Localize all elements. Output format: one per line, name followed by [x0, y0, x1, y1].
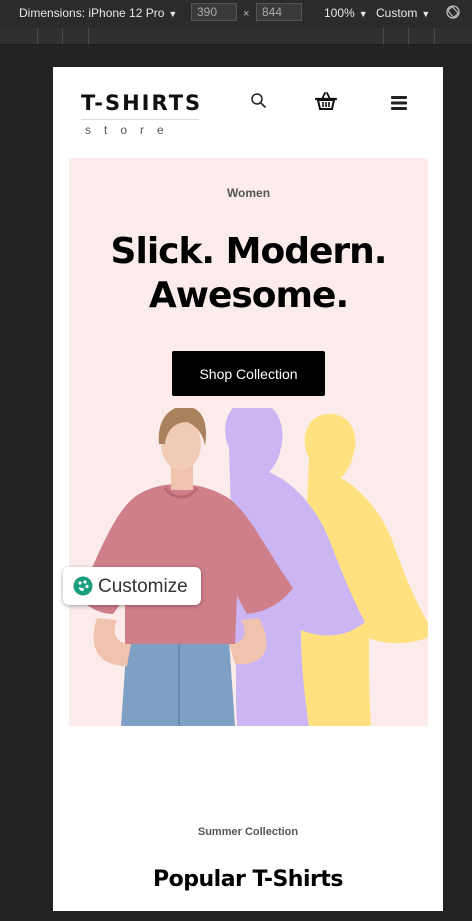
- search-icon[interactable]: [249, 91, 269, 111]
- chevron-down-icon: ▼: [168, 9, 178, 19]
- hero-headline: Slick. Modern. Awesome.: [69, 230, 428, 318]
- hamburger-menu-icon[interactable]: [390, 95, 408, 111]
- hero-headline-text: Slick. Modern. Awesome.: [110, 231, 388, 316]
- rotate-icon[interactable]: [445, 4, 461, 20]
- palette-icon: [73, 576, 93, 596]
- customize-button[interactable]: Customize: [63, 567, 201, 605]
- throttle-dropdown[interactable]: Custom ▼: [376, 6, 430, 20]
- device-viewport: T-SHIRTS store Women Slick. Modern. Awes…: [53, 67, 443, 911]
- site-logo[interactable]: T-SHIRTS store: [81, 91, 202, 137]
- width-input[interactable]: [191, 3, 237, 21]
- ruler-segment[interactable]: [88, 28, 89, 44]
- media-query-ruler: [0, 28, 472, 45]
- customize-label: Customize: [98, 576, 188, 597]
- shop-collection-button[interactable]: Shop Collection: [172, 351, 325, 396]
- basket-icon[interactable]: [315, 92, 337, 112]
- ruler-segment[interactable]: [37, 28, 38, 44]
- hero-eyebrow: Women: [226, 186, 271, 200]
- ruler-segment[interactable]: [434, 28, 435, 44]
- devtools-device-toolbar: Dimensions: iPhone 12 Pro▼ × 100%▼ Custo…: [0, 0, 472, 28]
- throttle-label: Custom: [376, 6, 418, 20]
- height-input[interactable]: [256, 3, 302, 21]
- device-label: Dimensions: iPhone 12 Pro: [19, 6, 165, 20]
- logo-title: T-SHIRTS: [81, 91, 203, 115]
- section-eyebrow: Summer Collection: [197, 826, 299, 838]
- ruler-segment[interactable]: [408, 28, 409, 44]
- logo-subtitle: store: [85, 123, 177, 137]
- logo-divider: [81, 119, 199, 120]
- hero-banner: Women Slick. Modern. Awesome. Shop Colle…: [69, 158, 428, 726]
- zoom-dropdown[interactable]: 100% ▼: [324, 6, 368, 20]
- times-separator: ×: [243, 8, 250, 20]
- device-dropdown[interactable]: Dimensions: iPhone 12 Pro ▼: [19, 6, 177, 20]
- section-title: Popular T-Shirts: [153, 867, 343, 892]
- chevron-down-icon: ▼: [358, 9, 368, 19]
- ruler-segment[interactable]: [383, 28, 384, 44]
- chevron-down-icon: ▼: [421, 9, 431, 19]
- ruler-segment[interactable]: [62, 28, 63, 44]
- zoom-label: 100%: [324, 6, 355, 20]
